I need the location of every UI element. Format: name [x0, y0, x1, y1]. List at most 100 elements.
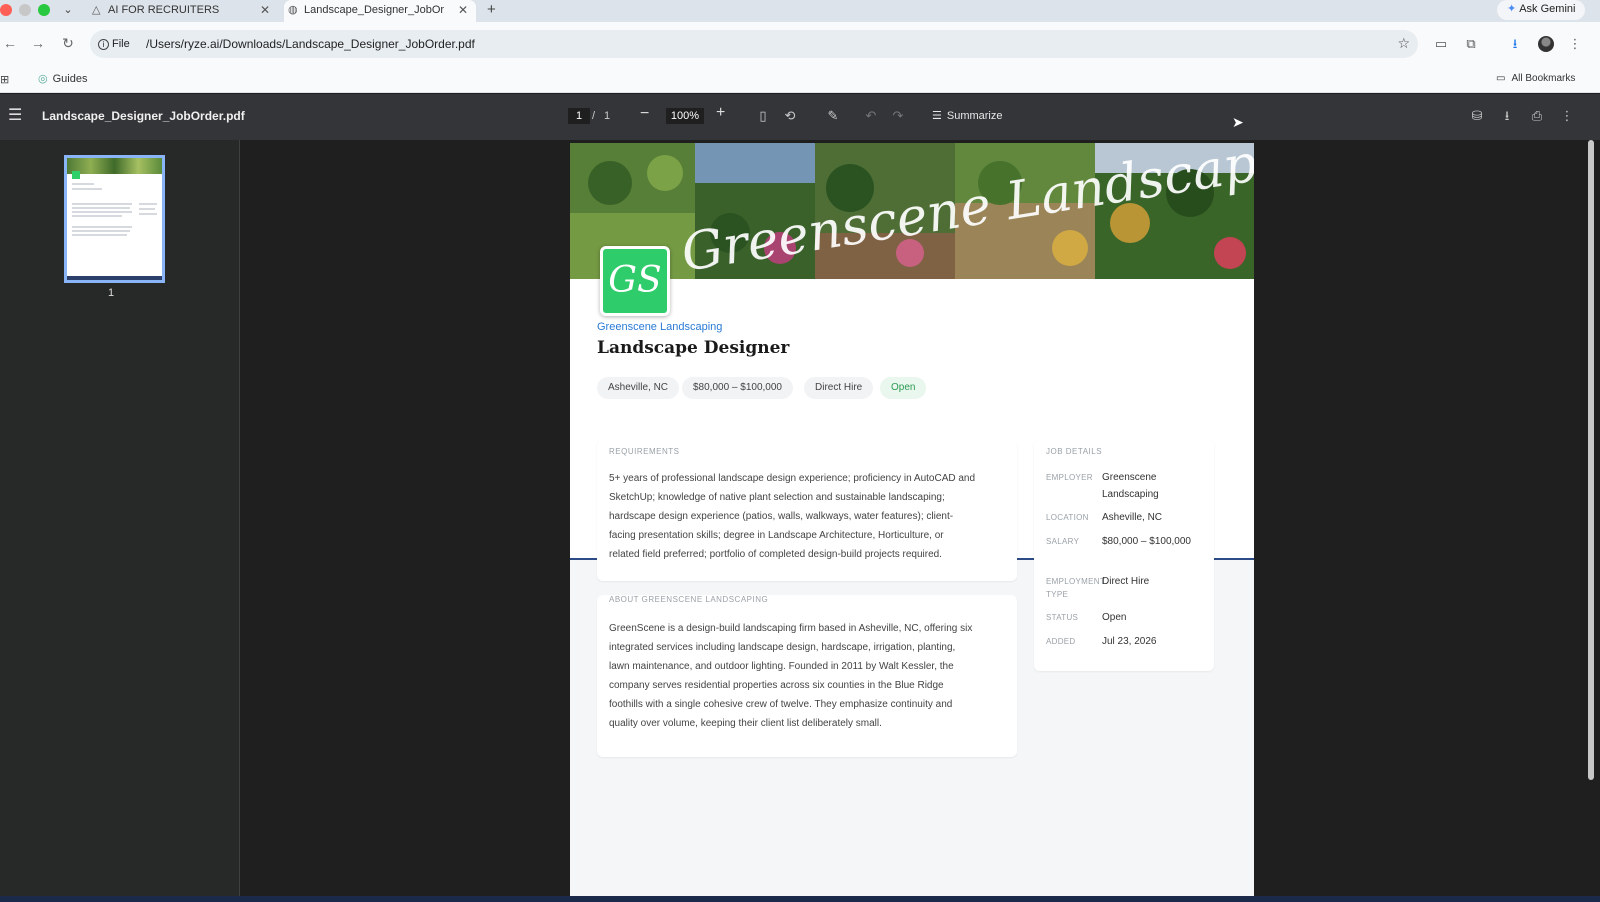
address-bar[interactable]: i File /Users/ryze.ai/Downloads/Landscape…	[90, 30, 1418, 58]
requirements-line: hardscape design experience (patios, wal…	[609, 511, 954, 522]
zoom-level-input[interactable]: 100%	[666, 108, 704, 124]
tab-strip: ⌄ △ AI FOR RECRUITERS ✕ ◍ Landscape_Desi…	[0, 0, 1600, 22]
mouse-cursor-icon: ➤	[1232, 114, 1244, 130]
close-window-button[interactable]	[0, 4, 12, 16]
bookmark-guides[interactable]: ◎ Guides	[38, 72, 87, 86]
detail-label-location: LOCATION	[1046, 513, 1089, 522]
summarize-label: Summarize	[946, 110, 1003, 122]
company-name-link[interactable]: Greenscene Landscaping	[597, 321, 722, 333]
detail-value-status: Open	[1102, 612, 1127, 623]
thumbnail-line	[139, 208, 155, 210]
bookmark-guides-label: Guides	[52, 73, 88, 85]
download-icon[interactable]: ⭳	[1506, 35, 1524, 53]
requirements-line: facing presentation skills; degree in La…	[609, 530, 944, 541]
undo-icon[interactable]: ↶	[862, 107, 880, 125]
tab-ai-for-recruiters[interactable]: △ AI FOR RECRUITERS ✕	[88, 0, 278, 22]
tab-search-chevron-icon[interactable]: ⌄	[60, 2, 76, 18]
salary-chip: $80,000 – $100,000	[682, 377, 793, 399]
pdf-page: Greenscene Landscaping GS Greenscene Lan…	[570, 143, 1254, 896]
all-bookmarks-button[interactable]: ▭ All Bookmarks	[1496, 72, 1575, 86]
thumbnail-page-number: 1	[108, 287, 115, 299]
all-bookmarks-label: All Bookmarks	[1511, 73, 1576, 84]
redo-icon[interactable]: ↷	[889, 107, 907, 125]
page-total: 1	[604, 110, 611, 122]
zoom-out-button[interactable]: −	[640, 105, 649, 123]
apps-grid-icon[interactable]: ⊞	[0, 73, 9, 86]
browser-menu-kebab-icon[interactable]: ⋮	[1566, 35, 1584, 53]
detail-value-salary: $80,000 – $100,000	[1102, 536, 1191, 547]
tab-title: AI FOR RECRUITERS	[108, 4, 220, 16]
print-icon[interactable]: ⎙	[1528, 107, 1546, 125]
thumbnail-line	[72, 215, 122, 217]
drive-save-icon[interactable]: ⛁	[1468, 107, 1486, 125]
cast-icon[interactable]: ▭	[1432, 35, 1450, 53]
thumbnail-line	[72, 207, 130, 209]
pdf-toolbar: ☰ Landscape_Designer_JobOrder.pdf 1 / 1 …	[0, 94, 1600, 140]
thumbnail-sidebar: 1	[0, 140, 240, 902]
detail-label-status: STATUS	[1046, 613, 1079, 622]
scheme-label: File	[112, 38, 130, 50]
gemini-sparkle-icon: ✦	[1507, 3, 1517, 15]
about-line: lawn maintenance, and outdoor lighting. …	[609, 661, 954, 672]
rotate-icon[interactable]: ⟲	[781, 107, 799, 125]
thumbnail-line	[139, 213, 157, 215]
tab-landscape-designer-pdf[interactable]: ◍ Landscape_Designer_JobOrder.pdf ✕	[284, 0, 476, 22]
forward-arrow-icon[interactable]: →	[30, 35, 46, 51]
reload-icon[interactable]: ↻	[60, 35, 76, 51]
guides-icon: ◎	[38, 73, 48, 85]
thumbnail-line	[72, 183, 94, 185]
pdf-download-icon[interactable]: ⭳	[1498, 107, 1516, 125]
zoom-in-button[interactable]: +	[716, 104, 725, 122]
detail-label-added: ADDED	[1046, 637, 1076, 646]
page-thumbnail[interactable]	[64, 155, 165, 283]
extensions-puzzle-icon[interactable]: ⧉	[1462, 35, 1480, 53]
new-tab-button[interactable]: +	[487, 0, 496, 20]
requirements-line: 5+ years of professional landscape desig…	[609, 473, 976, 484]
job-details-card: JOB DETAILS EMPLOYER Greenscene Landscap…	[1034, 439, 1214, 671]
vertical-scrollbar[interactable]	[1588, 140, 1594, 780]
thumbnail-line	[72, 211, 132, 213]
thumbnail-line	[72, 188, 102, 190]
ask-gemini-button[interactable]: ✦ Ask Gemini	[1497, 0, 1586, 20]
pdf-filename: Landscape_Designer_JobOrder.pdf	[42, 109, 245, 123]
sidebar-menu-icon[interactable]: ☰	[8, 107, 22, 125]
summarize-lines-icon: ☰	[932, 110, 942, 122]
requirements-line: related field preferred; portfolio of co…	[609, 549, 942, 560]
thumbnail-line	[72, 234, 127, 236]
requirements-line: SketchUp; knowledge of native plant sele…	[609, 492, 945, 503]
annotate-pen-icon[interactable]: ✎	[824, 107, 842, 125]
fit-page-icon[interactable]: ▯	[754, 107, 772, 125]
pdf-more-kebab-icon[interactable]: ⋮	[1558, 107, 1576, 125]
folder-icon: ▭	[1496, 73, 1506, 84]
tab-close-icon[interactable]: ✕	[458, 0, 468, 20]
browser-toolbar: ← → ↻ i File /Users/ryze.ai/Downloads/Lan…	[0, 22, 1600, 66]
maximize-window-button[interactable]	[38, 4, 50, 16]
globe-icon: ◍	[288, 4, 298, 16]
about-line: foothills with a single cohesive crew of…	[609, 699, 953, 710]
profile-avatar[interactable]	[1538, 36, 1554, 52]
about-line: quality over volume, keeping their clien…	[609, 718, 882, 729]
back-arrow-icon[interactable]: ←	[2, 35, 18, 51]
info-icon: i	[98, 39, 109, 50]
job-details-label: JOB DETAILS	[1046, 447, 1103, 456]
about-label: ABOUT GREENSCENE LANDSCAPING	[609, 595, 769, 604]
url-text[interactable]: /Users/ryze.ai/Downloads/Landscape_Desig…	[146, 37, 475, 51]
tab-close-icon[interactable]: ✕	[260, 0, 270, 20]
detail-label-salary: SALARY	[1046, 537, 1080, 546]
thumbnail-line	[139, 203, 157, 205]
summarize-button[interactable]: ☰ Summarize	[932, 108, 1003, 124]
about-line: integrated services including landscape …	[609, 642, 956, 653]
thumbnail-line	[72, 226, 132, 228]
company-logo: GS	[600, 246, 670, 316]
about-line: GreenScene is a design-build landscaping…	[609, 623, 973, 634]
detail-value-added: Jul 23, 2026	[1102, 636, 1157, 647]
detail-label-employment-type: EMPLOYMENT TYPE	[1046, 577, 1105, 599]
minimize-window-button[interactable]	[19, 4, 31, 16]
thumbnail-line	[72, 203, 132, 205]
bookmark-star-icon[interactable]: ☆	[1397, 35, 1410, 52]
page-number-input[interactable]: 1	[568, 108, 590, 124]
about-company-card: ABOUT GREENSCENE LANDSCAPING GreenScene …	[597, 595, 1017, 757]
bookmarks-bar: ⊞ ◎ Guides ▭ All Bookmarks	[0, 66, 1600, 93]
location-chip: Asheville, NC	[597, 377, 680, 399]
site-info-chip[interactable]: i File	[98, 36, 130, 52]
